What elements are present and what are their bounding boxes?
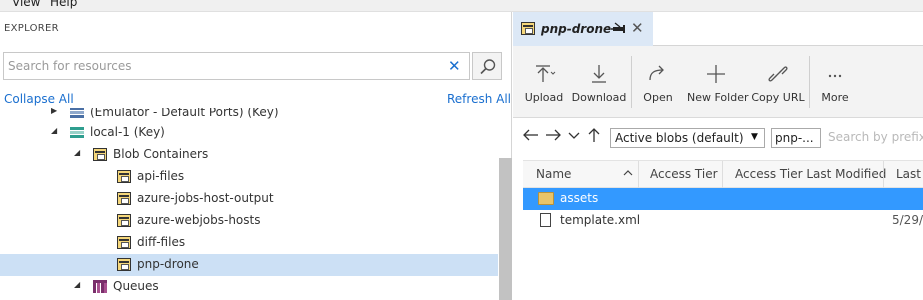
clear-search-icon[interactable]: ✕ — [448, 57, 461, 75]
tree-item-container[interactable]: azure-jobs-host-output — [0, 188, 498, 210]
resource-search-box: ✕ — [3, 52, 470, 80]
dropdown-caret-icon: ▼ — [751, 132, 758, 142]
folder-icon — [538, 192, 554, 205]
toolbar-separator — [809, 56, 810, 108]
upload-label: Upload — [524, 91, 564, 104]
blob-view-select[interactable]: Active blobs (default) ▼ — [610, 128, 765, 148]
table-row[interactable]: assets — [523, 188, 923, 210]
row-name: template.xml — [560, 213, 641, 227]
file-icon — [540, 213, 551, 227]
tree-item-label: azure-jobs-host-output — [137, 191, 274, 205]
up-icon[interactable] — [587, 128, 601, 146]
container-icon — [521, 22, 535, 35]
navigation-bar: Active blobs (default) ▼ pnp-... Search … — [513, 118, 923, 156]
prefix-search-placeholder: Search by prefix (c — [828, 130, 923, 144]
refresh-all-link[interactable]: Refresh All — [447, 92, 511, 106]
menu-item-help[interactable]: Help — [50, 0, 77, 9]
collapse-arrow-icon[interactable]: ◢ — [74, 148, 80, 157]
search-icon — [480, 59, 496, 75]
tab-title: pnp-drone — [541, 22, 612, 36]
expand-arrow-icon[interactable]: ▶ — [51, 108, 57, 115]
tree-item-container[interactable]: azure-webjobs-hosts — [0, 210, 498, 232]
download-button[interactable]: Download — [571, 46, 627, 118]
row-name: assets — [560, 191, 599, 205]
collapse-arrow-icon[interactable]: ◢ — [51, 126, 57, 135]
tree-item-container-selected[interactable]: pnp-drone — [0, 254, 498, 276]
tree-item-container[interactable]: api-files — [0, 166, 498, 188]
column-header-access-tier[interactable]: Access Tier — [650, 167, 718, 181]
path-prefix-value: pnp-... — [775, 131, 814, 145]
container-icon — [117, 236, 131, 249]
column-header-name[interactable]: Name — [536, 167, 571, 181]
new-folder-label: New Folder — [687, 91, 749, 104]
blob-toolbar: Upload Download Open New Folder Copy URL — [513, 46, 923, 118]
container-icon — [117, 214, 131, 227]
tree-item-label: Blob Containers — [113, 147, 209, 161]
prefix-search-input[interactable]: Search by prefix (c — [826, 128, 923, 148]
collapse-all-link[interactable]: Collapse All — [4, 92, 74, 106]
close-tab-icon[interactable]: ✕ — [631, 19, 644, 37]
collapse-arrow-icon[interactable]: ◢ — [74, 280, 80, 289]
more-button[interactable]: More — [817, 46, 853, 118]
copy-url-button[interactable]: Copy URL — [751, 46, 805, 118]
tab-pnp-drone[interactable]: pnp-drone ✕ — [513, 12, 653, 46]
tree-item-container[interactable]: diff-files — [0, 232, 498, 254]
column-divider[interactable] — [883, 161, 884, 189]
download-icon — [592, 65, 606, 83]
tree-item-queues[interactable]: ◢ Queues — [0, 276, 498, 298]
tab-bar: pnp-drone ✕ — [513, 12, 923, 46]
link-icon — [768, 66, 788, 82]
new-folder-button[interactable]: New Folder — [687, 46, 749, 118]
row-last-modified: 5/29/ — [892, 213, 923, 227]
tree-item-label: Queues — [113, 279, 159, 293]
path-prefix-field[interactable]: pnp-... — [771, 128, 821, 148]
menu-bar: View Help — [0, 0, 923, 12]
column-divider[interactable] — [638, 161, 639, 189]
blob-grid-header: Name Access Tier Access Tier Last Modifi… — [523, 160, 923, 189]
pin-icon[interactable] — [611, 21, 627, 38]
search-button[interactable] — [472, 52, 502, 80]
column-divider[interactable] — [722, 161, 723, 189]
chevron-down-icon[interactable] — [567, 128, 581, 146]
tree-item-label: api-files — [137, 169, 185, 183]
new-folder-icon — [707, 65, 725, 83]
tree-item-label: pnp-drone — [137, 257, 199, 271]
container-icon — [117, 258, 131, 271]
queues-icon — [93, 280, 107, 293]
column-header-last-modified[interactable]: Last — [896, 167, 921, 181]
explorer-title: EXPLORER — [4, 23, 59, 34]
more-label: More — [821, 91, 849, 104]
container-icon — [117, 170, 131, 183]
tree-item-label: local-1 (Key) — [90, 125, 165, 139]
resource-search-input[interactable] — [8, 57, 438, 75]
tree-scrollbar[interactable] — [499, 158, 512, 300]
open-icon — [649, 65, 664, 81]
tree-item-label: azure-webjobs-hosts — [137, 213, 261, 227]
tree-item-local-1[interactable]: ◢ local-1 (Key) — [0, 122, 498, 144]
tree-item-blob-containers[interactable]: ◢ Blob Containers — [0, 144, 498, 166]
forward-icon[interactable] — [545, 128, 561, 146]
copy-url-label: Copy URL — [751, 91, 805, 104]
tree-item-label: diff-files — [137, 235, 186, 249]
upload-icon — [536, 65, 556, 82]
blob-view-value: Active blobs (default) — [615, 131, 744, 145]
tree-item-label: (Emulator - Default Ports) (Key) — [90, 108, 279, 119]
table-row[interactable]: template.xml 5/29/ — [523, 210, 923, 232]
storage-account-icon — [70, 126, 84, 139]
container-icon — [117, 192, 131, 205]
toolbar-separator — [631, 56, 632, 108]
more-icon — [828, 74, 842, 78]
sort-ascending-icon[interactable] — [623, 168, 633, 181]
storage-account-icon — [70, 108, 84, 119]
explorer-pane: EXPLORER ✕ Collapse All Refresh All ▶ (E… — [0, 12, 512, 300]
blob-containers-icon — [93, 148, 107, 161]
resource-tree: ▶ (Emulator - Default Ports) (Key) ◢ loc… — [0, 108, 498, 300]
open-button[interactable]: Open — [637, 46, 679, 118]
menu-item-view[interactable]: View — [12, 0, 40, 9]
back-icon[interactable] — [523, 128, 539, 146]
open-label: Open — [643, 91, 673, 104]
upload-button[interactable]: Upload — [521, 46, 567, 118]
download-label: Download — [571, 91, 627, 104]
column-header-access-tier-modified[interactable]: Access Tier Last Modified — [735, 167, 886, 181]
